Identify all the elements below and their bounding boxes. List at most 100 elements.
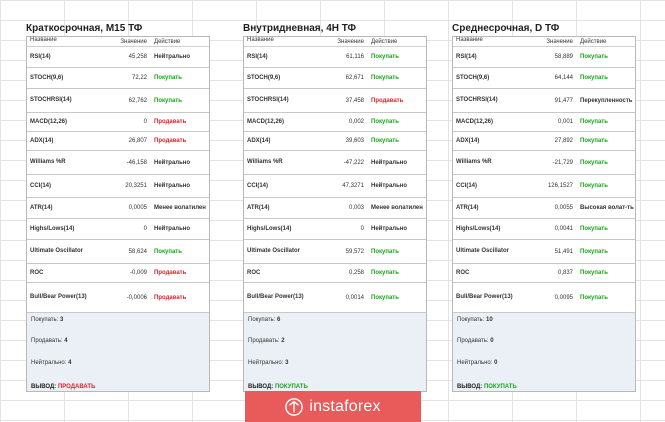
table-row: ADX(14) 26,807 Продавать <box>27 132 209 151</box>
indicator-action: Нейтрально <box>371 159 408 166</box>
summary-sell-count: 0 <box>490 338 494 344</box>
logo-text: instaforex <box>309 397 381 415</box>
table-header: Название Значение Действие <box>453 37 635 47</box>
summary-verdict: ВЫВОД: ПОКУПАТЬ <box>457 384 517 390</box>
indicator-name: MACD(12,26) <box>456 118 494 125</box>
summary-neutral-count: 3 <box>285 360 289 366</box>
summary-neutral-label: Нейтрально: <box>31 360 67 366</box>
column-header-name: Название <box>247 37 274 43</box>
summary-verdict: ВЫВОД: ПРОДАВАТЬ <box>31 384 95 390</box>
table-row: CCI(14) 126,1527 Покупать <box>453 175 635 198</box>
indicator-value: 39,603 <box>345 138 364 144</box>
indicator-name: ATR(14) <box>30 204 53 211</box>
indicator-value: 0,837 <box>557 270 573 276</box>
indicator-name: Highs/Lows(14) <box>30 225 75 232</box>
indicator-name: ADX(14) <box>247 137 271 144</box>
summary-sell: Продавать: 2 <box>248 338 285 344</box>
indicator-action: Продавать <box>154 119 187 125</box>
summary-neutral-count: 4 <box>68 360 72 366</box>
table-row: ADX(14) 27,892 Покупать <box>453 132 635 151</box>
summary-buy-label: Покупать: <box>31 317 59 323</box>
verdict-label: ВЫВОД: <box>248 384 274 390</box>
table-row: ROC -0,009 Продавать <box>27 264 209 283</box>
indicator-value: 47,3271 <box>342 183 364 189</box>
table-row: STOCHRSI(14) 91,477 Перекупленность <box>453 89 635 113</box>
column-header-action: Действие <box>371 39 398 45</box>
summary-buy: Покупать: 10 <box>457 317 493 323</box>
indicator-value: 91,477 <box>554 97 573 104</box>
indicator-value: 0,258 <box>348 270 364 276</box>
indicator-name: CCI(14) <box>30 182 52 189</box>
table-row: STOCH(9,6) 64,144 Покупать <box>453 68 635 89</box>
indicator-action: Высокая волат-ть <box>580 205 634 211</box>
indicator-action: Покупать <box>580 294 608 301</box>
table-row: STOCH(9,6) 72,22 Покупать <box>27 68 209 89</box>
indicator-action: Покупать <box>371 119 399 125</box>
table-row: Highs/Lows(14) 0 Нейтрально <box>27 219 209 240</box>
table-header: Название Значение Действие <box>27 37 209 47</box>
table-row: Williams %R -46,158 Нейтрально <box>27 151 209 175</box>
table-row: MACD(12,26) 0 Продавать <box>27 113 209 132</box>
indicator-action: Покупать <box>371 248 399 255</box>
indicator-action: Менее волатилен <box>371 205 423 211</box>
indicator-name: CCI(14) <box>456 182 478 189</box>
table-row: ROC 0,837 Покупать <box>453 264 635 283</box>
indicator-action: Продавать <box>371 97 404 104</box>
indicator-action: Нейтрально <box>154 226 191 232</box>
indicator-action: Покупать <box>580 159 608 166</box>
summary-box: Покупать: 3 Продавать: 4 Нейтрально: 4 ВЫВО… <box>27 313 209 391</box>
table-row: ADX(14) 39,603 Покупать <box>244 132 426 151</box>
indicator-value: -0,0006 <box>126 294 147 301</box>
indicator-name: MACD(12,26) <box>30 118 68 125</box>
indicator-value: 64,144 <box>554 75 573 81</box>
indicator-name: ROC <box>247 269 261 276</box>
indicator-action: Покупать <box>371 294 399 301</box>
indicator-name: RSI(14) <box>247 53 268 60</box>
indicator-name: STOCHRSI(14) <box>456 97 498 103</box>
indicator-name: Highs/Lows(14) <box>456 225 501 232</box>
table-row: Ultimate Oscillator 59,572 Покупать <box>244 240 426 264</box>
summary-buy: Покупать: 6 <box>248 317 280 323</box>
indicator-value: 51,491 <box>554 248 573 255</box>
indicator-name: Bull/Bear Power(13) <box>247 294 304 300</box>
indicator-action: Нейтрально <box>154 183 191 189</box>
table-row: STOCH(9,6) 62,671 Покупать <box>244 68 426 89</box>
indicator-value: 61,116 <box>346 54 364 60</box>
table-row: Williams %R -21,729 Покупать <box>453 151 635 175</box>
indicator-value: 0,0095 <box>554 294 573 301</box>
indicator-action: Покупать <box>371 75 399 81</box>
column-header-value: Значение <box>546 39 573 45</box>
indicator-name: RSI(14) <box>456 53 477 60</box>
table-row: STOCHRSI(14) 37,458 Продавать <box>244 89 426 113</box>
summary-box: Покупать: 6 Продавать: 2 Нейтрально: 3 ВЫВО… <box>244 313 426 391</box>
column-header-value: Значение <box>120 39 147 45</box>
indicator-action: Нейтрально <box>371 226 408 232</box>
indicator-action: Покупать <box>154 248 182 255</box>
indicator-name: Ultimate Oscillator <box>30 248 84 254</box>
verdict-label: ВЫВОД: <box>31 384 57 390</box>
table-row: Bull/Bear Power(13) -0,0006 Продавать <box>27 283 209 313</box>
indicator-value: 126,1527 <box>547 183 573 189</box>
indicator-action: Продавать <box>154 138 187 144</box>
indicator-action: Покупать <box>154 75 182 81</box>
panel-3: Среднесрочная, D ТФ Название Значение Дейст… <box>452 22 636 392</box>
table-row: MACD(12,26) 0,001 Покупать <box>453 113 635 132</box>
panel-title: Среднесрочная, D ТФ <box>452 23 560 34</box>
indicator-value: 0,0005 <box>128 205 147 211</box>
summary-sell-label: Продавать: <box>31 338 63 344</box>
indicator-action: Покупать <box>371 270 399 276</box>
table-row: Highs/Lows(14) 0 Нейтрально <box>244 219 426 240</box>
summary-sell-count: 4 <box>64 338 68 344</box>
table-row: Highs/Lows(14) 0,0041 Покупать <box>453 219 635 240</box>
table-row: ATR(14) 0,0005 Менее волатилен <box>27 198 209 219</box>
table-row: RSI(14) 45,258 Нейтрально <box>27 47 209 68</box>
indicator-name: Highs/Lows(14) <box>247 225 292 232</box>
summary-buy-count: 10 <box>486 317 493 323</box>
panel-title: Внутридневная, 4Н ТФ <box>243 23 357 34</box>
indicator-action: Продавать <box>154 270 187 276</box>
summary-sell-label: Продавать: <box>248 338 280 344</box>
table-row: CCI(14) 20,3251 Нейтрально <box>27 175 209 198</box>
indicator-name: STOCH(9,6) <box>247 74 281 81</box>
summary-box: Покупать: 10 Продавать: 0 Нейтрально: 0 ВЫВ… <box>453 313 635 391</box>
indicator-name: STOCH(9,6) <box>30 74 64 81</box>
